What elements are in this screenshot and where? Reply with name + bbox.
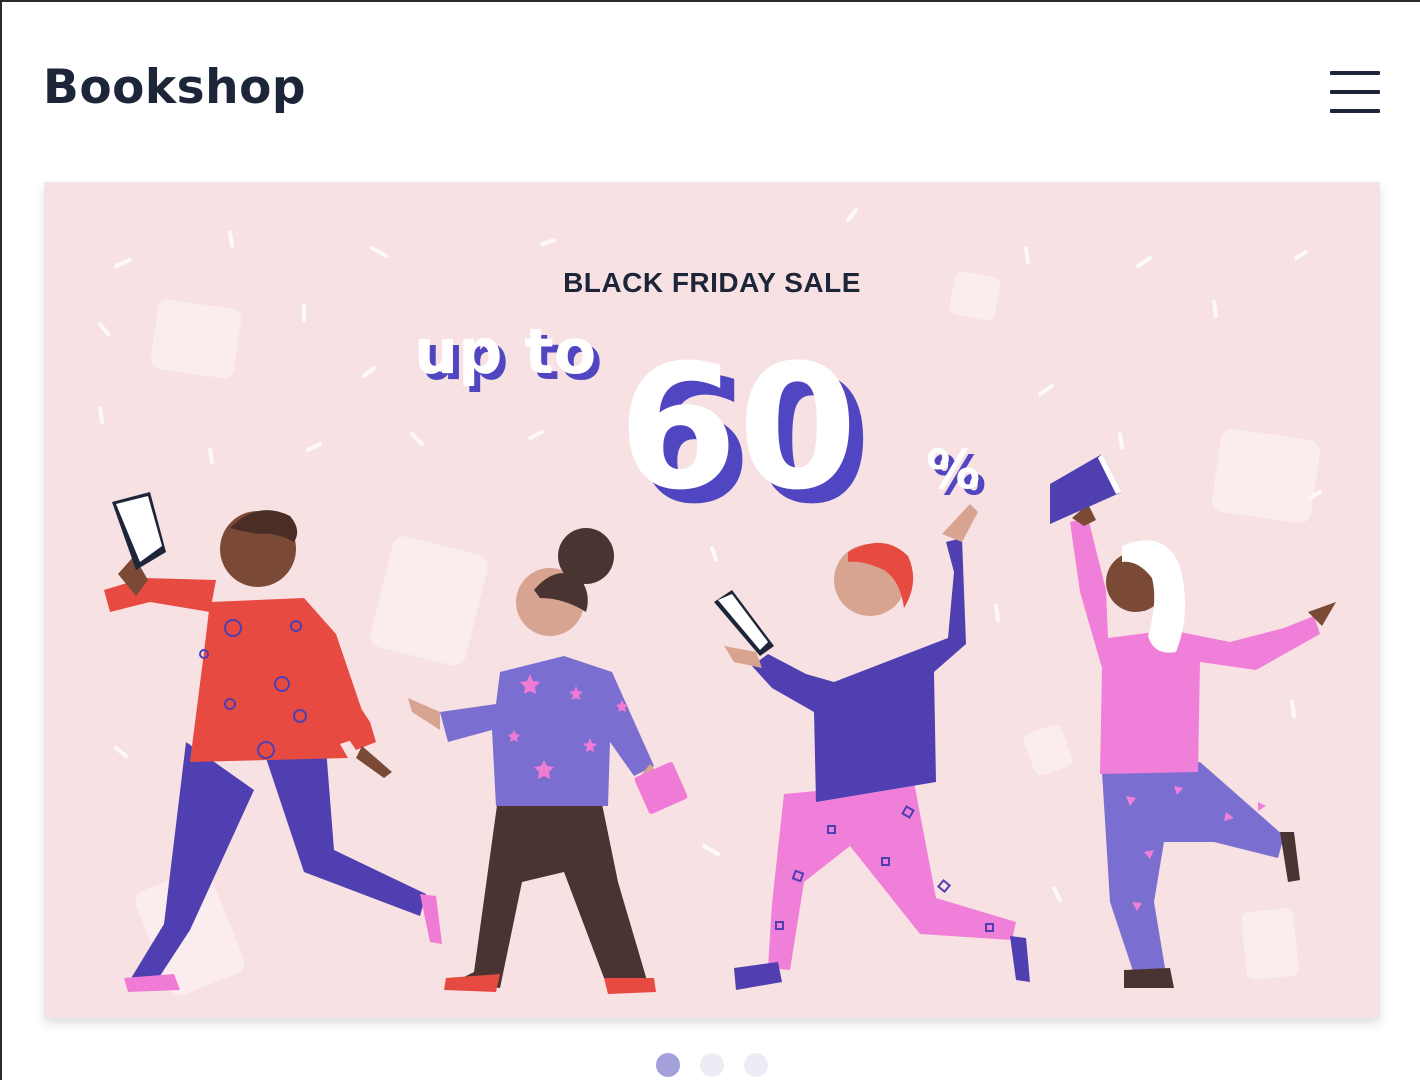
reader-figure-pink — [1050, 454, 1336, 988]
carousel-dot-2[interactable] — [700, 1053, 724, 1077]
hamburger-menu-icon[interactable] — [1322, 66, 1388, 118]
headline-lead: up to — [414, 315, 596, 388]
promo-banner[interactable]: BLACK FRIDAY SALE up to up to 60 60 % % — [44, 182, 1380, 1018]
site-header: Bookshop — [0, 0, 1420, 170]
carousel-pagination — [0, 1052, 1420, 1080]
menu-bar — [1330, 109, 1380, 113]
headline-amount: 60 — [618, 327, 857, 528]
sale-headline: up to up to 60 60 % % — [414, 315, 986, 542]
reader-figure-navy — [714, 504, 1030, 990]
sale-kicker: BLACK FRIDAY SALE — [563, 267, 861, 298]
headline-unit: % — [926, 438, 980, 501]
carousel-dot-3[interactable] — [744, 1053, 768, 1077]
carousel-dot-1[interactable] — [656, 1053, 680, 1077]
site-logo[interactable]: Bookshop — [43, 60, 306, 115]
menu-bar — [1330, 90, 1380, 94]
promo-illustration: BLACK FRIDAY SALE up to up to 60 60 % % — [98, 208, 1336, 996]
menu-bar — [1330, 71, 1380, 75]
